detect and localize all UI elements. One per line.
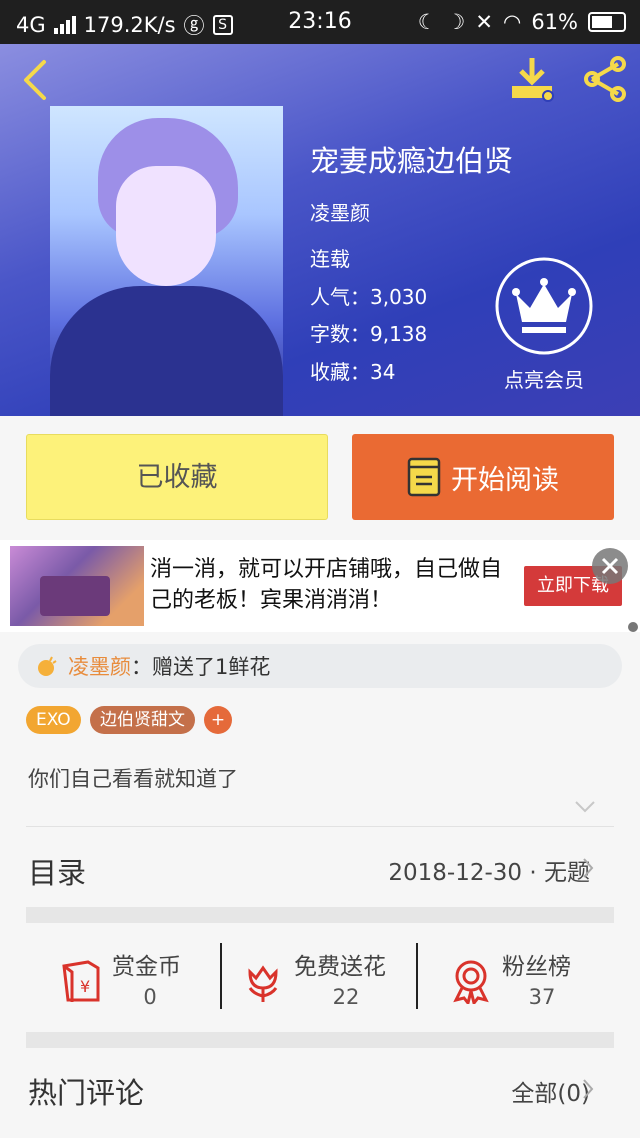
reward-value: 0 — [143, 985, 157, 1009]
book-title: 宠妻成瘾边伯贤 — [310, 144, 514, 178]
section-gap — [26, 1032, 614, 1048]
separator — [220, 943, 222, 1009]
book-header: 宠妻成瘾边伯贤 凌墨颜 连载 人气：3,030 字数：9,138 收藏：34 点… — [0, 44, 640, 416]
book-words: 字数：9,138 — [310, 322, 428, 346]
crown-icon[interactable] — [494, 256, 594, 356]
ad-text: 消一消，就可以开店铺哦，自己做自己的老板！宾果消消消！ — [150, 557, 503, 613]
free-flower-value: 22 — [332, 985, 360, 1009]
wifi-icon: ◠ — [502, 10, 522, 34]
catalog-label[interactable]: 目录 — [28, 850, 86, 892]
book-popularity: 人气：3,030 — [310, 285, 428, 309]
reward-label[interactable]: 赏金币 — [112, 947, 181, 981]
gift-sender[interactable]: 凌墨颜 — [68, 651, 131, 681]
flower-gift-icon[interactable] — [240, 958, 286, 1004]
book-cover[interactable] — [50, 106, 283, 416]
battery-icon — [588, 12, 626, 32]
fan-rank-medal-icon[interactable] — [448, 958, 494, 1004]
favorited-button[interactable]: 已收藏 — [26, 434, 328, 520]
fan-rank-label[interactable]: 粉丝榜 — [502, 947, 571, 981]
gift-notice: 凌墨颜 ：赠送了1鲜花 — [18, 644, 622, 688]
start-reading-label: 开始阅读 — [451, 464, 559, 496]
ad-mark-icon — [628, 622, 638, 632]
moon-outline-icon: ☽ — [446, 10, 466, 34]
vip-label[interactable]: 点亮会员 — [486, 364, 602, 393]
chevron-right-icon[interactable] — [582, 857, 594, 879]
reward-coin-icon[interactable]: ¥ — [58, 958, 104, 1004]
book-favorites: 收藏：34 — [310, 360, 396, 384]
ad-close-icon[interactable] — [592, 548, 628, 584]
divider — [26, 826, 614, 827]
battery-percent: 61% — [531, 10, 578, 34]
all-comments-link[interactable]: 全部(0) — [511, 1074, 590, 1108]
chevron-down-icon[interactable] — [574, 800, 596, 814]
back-icon[interactable] — [16, 58, 56, 102]
free-flower-label[interactable]: 免费送花 — [294, 947, 386, 981]
book-state: 连载 — [310, 247, 350, 271]
moon-icon: ☾ — [417, 10, 437, 34]
book-intro: 你们自己看看就知道了 — [28, 767, 238, 791]
download-icon[interactable] — [508, 56, 560, 102]
mute-icon: ✕ — [475, 10, 493, 34]
book-icon — [407, 457, 441, 497]
svg-text:¥: ¥ — [80, 977, 90, 996]
separator — [416, 943, 418, 1009]
tag-add-button[interactable]: + — [204, 706, 232, 734]
ad-thumbnail — [10, 546, 144, 626]
tag-exo[interactable]: EXO — [26, 706, 81, 734]
status-bar: 4G 179.2K/s ⓖ S 23:16 ☾ ☽ ✕ ◠ 61% — [0, 0, 640, 44]
tag-baekhyun[interactable]: 边伯贤甜文 — [90, 706, 195, 734]
fan-rank-value: 37 — [528, 985, 556, 1009]
gift-message: ：赠送了1鲜花 — [131, 655, 271, 679]
start-reading-button[interactable]: 开始阅读 — [352, 434, 614, 520]
flower-icon — [38, 656, 57, 676]
chevron-right-icon[interactable] — [582, 1078, 594, 1100]
catalog-latest[interactable]: 2018-12-30 · 无题 — [388, 853, 590, 887]
hot-comments-label: 热门评论 — [28, 1076, 145, 1110]
book-author[interactable]: 凌墨颜 — [310, 197, 370, 226]
section-gap — [26, 907, 614, 923]
share-icon[interactable] — [580, 56, 630, 102]
